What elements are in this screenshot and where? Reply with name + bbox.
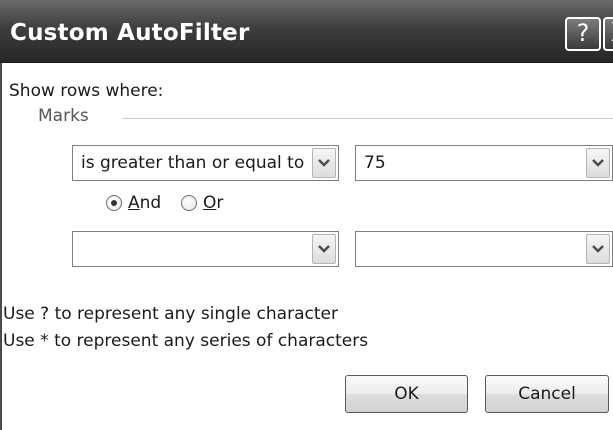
chevron-down-icon [592, 245, 604, 253]
condition1-value-combo[interactable]: 75 [355, 145, 613, 181]
title-bar: Custom AutoFilter ? X [0, 0, 613, 63]
column-name-label: Marks [38, 106, 95, 126]
condition1-operator-value: is greater than or equal to [81, 153, 305, 173]
ok-button[interactable]: OK [345, 375, 468, 413]
wildcard-hint-series: Use * to represent any series of charact… [3, 331, 369, 351]
condition2-value-combo[interactable] [355, 231, 613, 267]
chevron-down-icon [318, 159, 330, 167]
condition1-value: 75 [364, 153, 386, 173]
help-icon: ? [576, 19, 590, 47]
radio-indicator [181, 195, 197, 211]
dropdown-button[interactable] [586, 234, 610, 264]
or-radio-label: Or [203, 193, 224, 213]
condition1-operator-select[interactable]: is greater than or equal to [72, 145, 339, 181]
and-radio[interactable]: And [106, 193, 166, 215]
and-radio-label: And [128, 193, 162, 213]
cancel-button[interactable]: Cancel [485, 375, 609, 413]
help-button[interactable]: ? [565, 17, 601, 51]
condition2-operator-select[interactable] [72, 231, 339, 267]
radio-selected-dot [111, 200, 117, 206]
dropdown-button[interactable] [312, 234, 336, 264]
dropdown-button[interactable] [586, 148, 610, 178]
chevron-down-icon [318, 245, 330, 253]
chevron-down-icon [592, 159, 604, 167]
close-button[interactable]: X [603, 17, 613, 51]
dropdown-button[interactable] [312, 148, 336, 178]
dialog-title: Custom AutoFilter [10, 20, 250, 46]
wildcard-hint-single: Use ? to represent any single character [3, 304, 338, 324]
radio-indicator [106, 195, 122, 211]
show-rows-label: Show rows where: [9, 81, 164, 101]
group-divider [122, 118, 613, 119]
or-radio[interactable]: Or [181, 193, 225, 215]
